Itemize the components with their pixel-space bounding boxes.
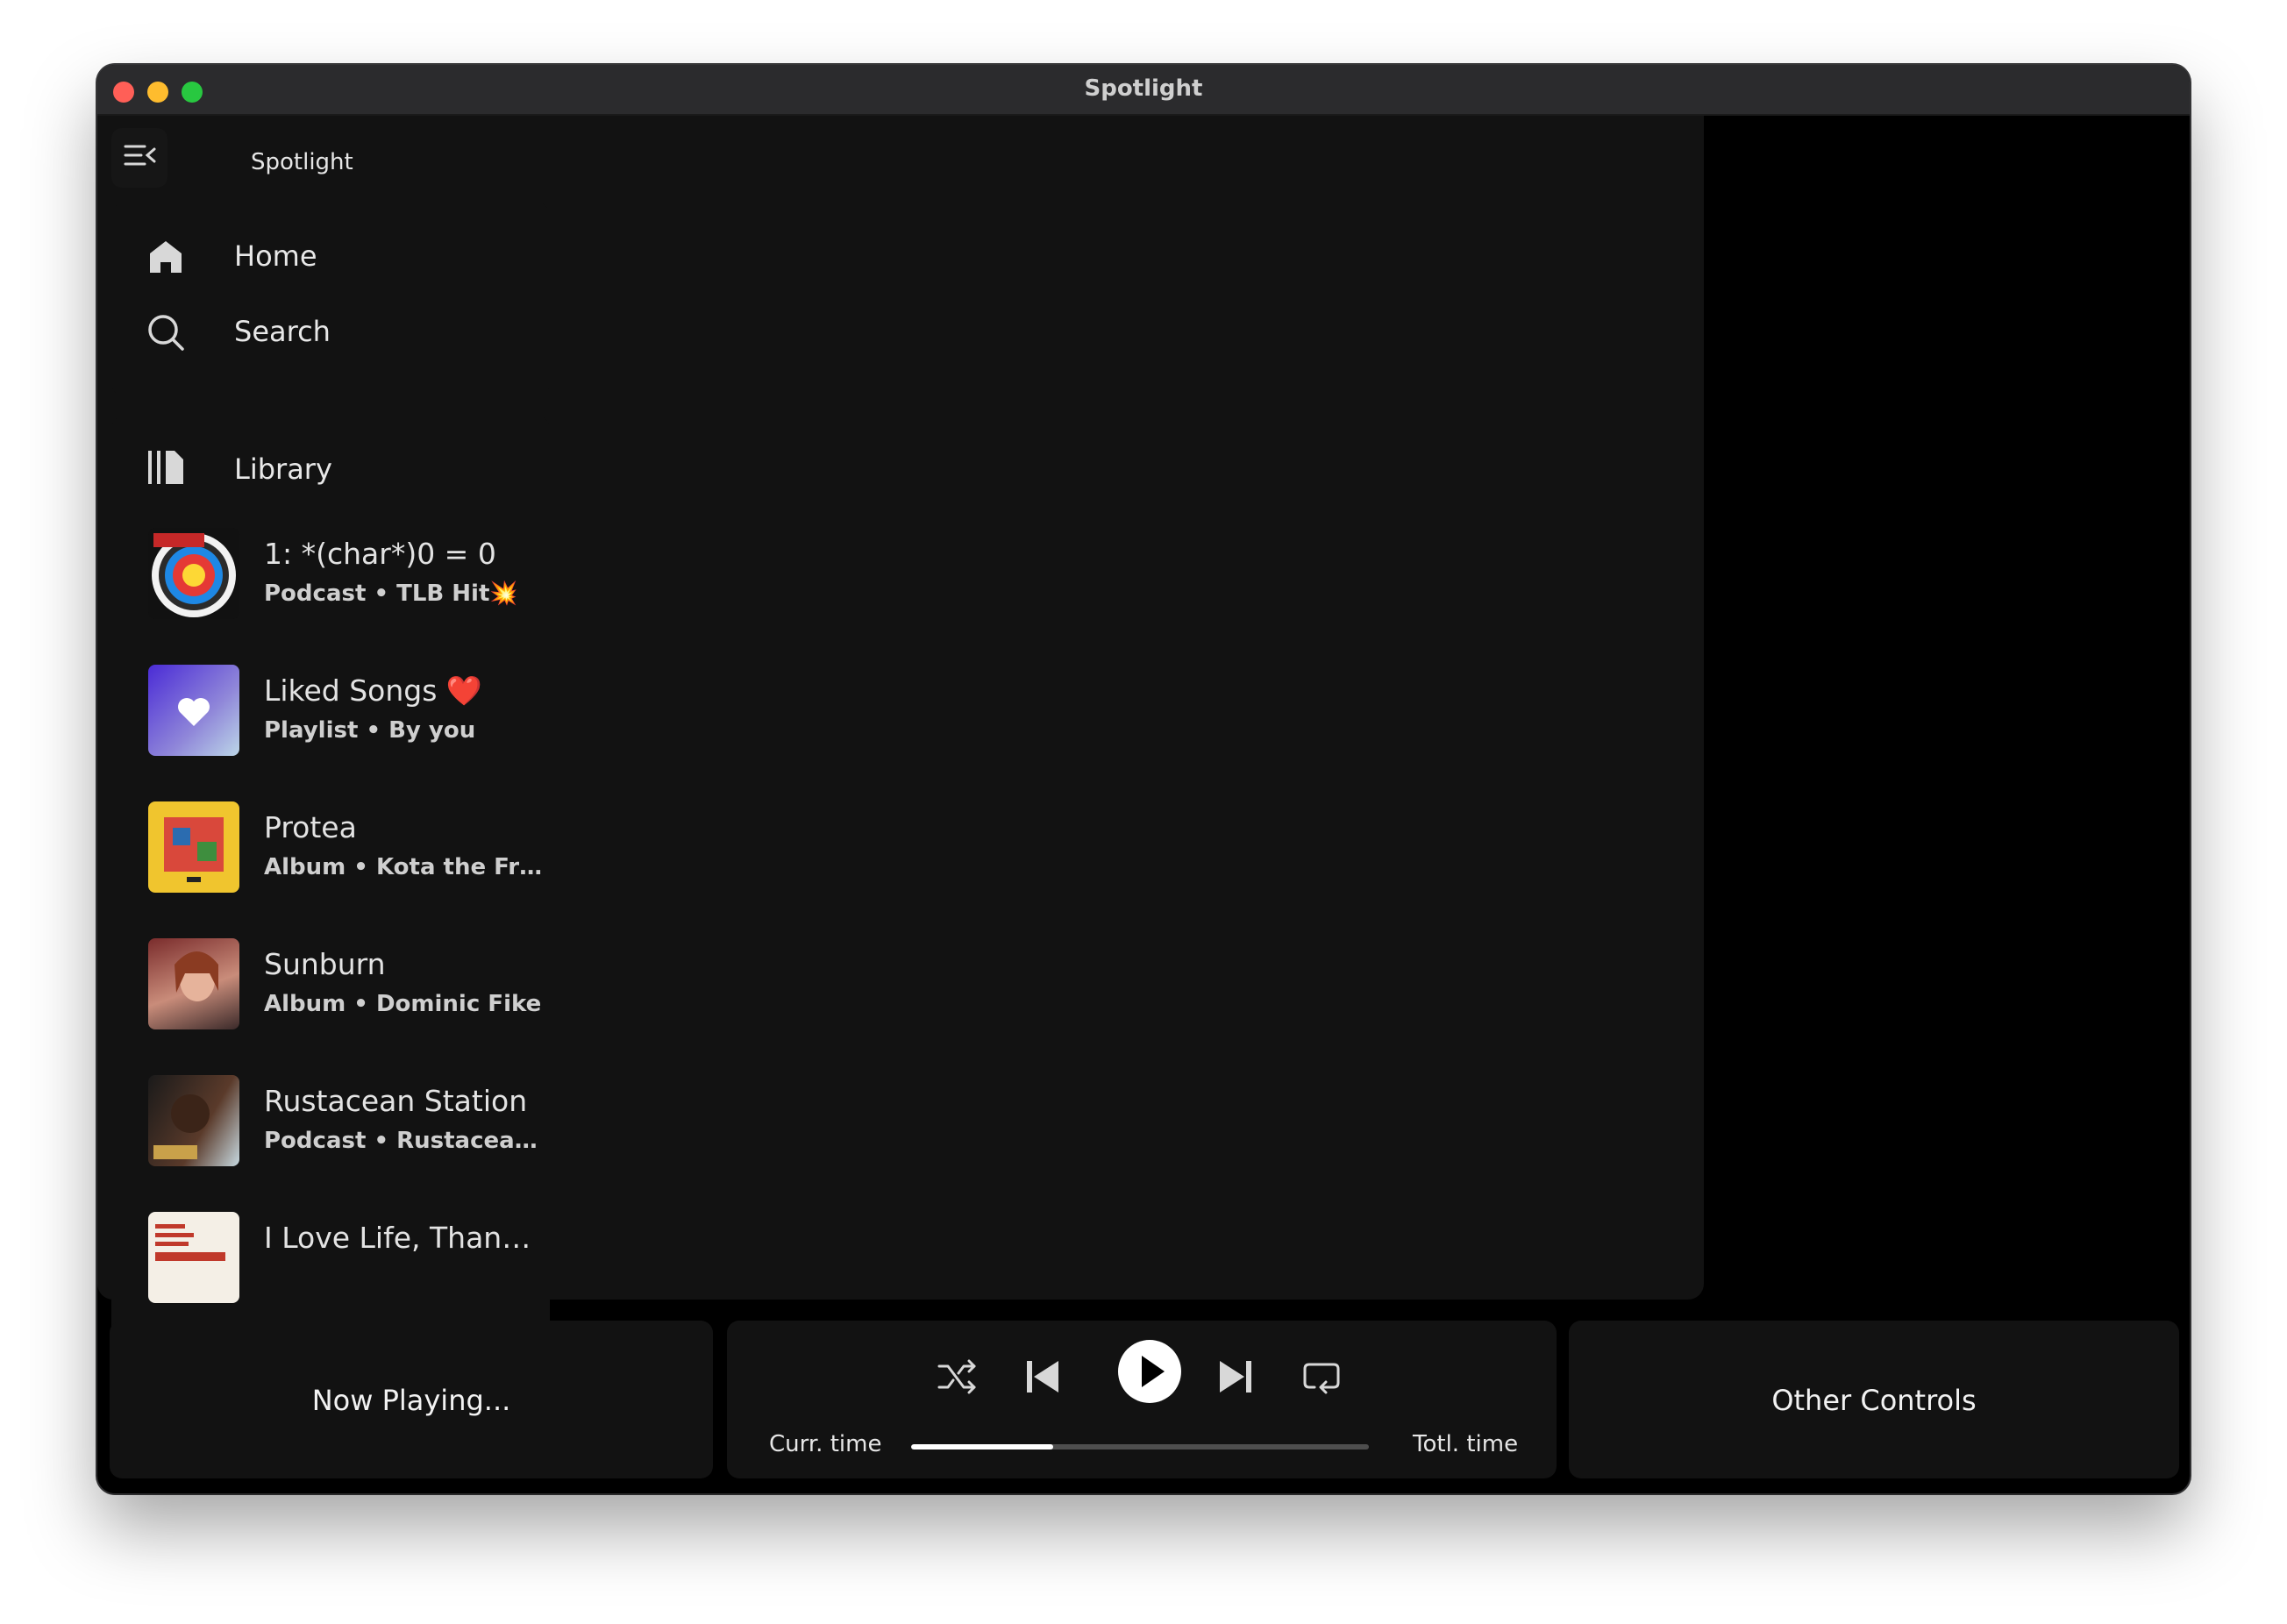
ilovelife-art <box>148 1212 239 1303</box>
sidebar-title: Spotlight <box>251 149 353 175</box>
search-icon <box>148 315 184 351</box>
library-item[interactable]: 1: *(char*)0 = 0 Podcast • TLB Hit💥 <box>111 528 550 624</box>
sidebar-toggle-button[interactable] <box>111 128 167 188</box>
library-item-subtitle: Podcast • Rustacean St... <box>264 1128 545 1154</box>
library-item-subtitle: Playlist • By you <box>264 717 476 744</box>
library-item[interactable]: I Love Life, Thank ... <box>111 1212 550 1308</box>
library-label: Library <box>234 452 332 486</box>
nav-panel: Home Search <box>111 201 550 398</box>
progress-bar[interactable] <box>911 1444 1369 1449</box>
play-icon <box>1142 1356 1165 1387</box>
library-item-name: I Love Life, Thank ... <box>264 1221 545 1255</box>
library-panel: Library 1: *(char*)0 = 0 Podcast • TLB H… <box>111 414 550 1368</box>
current-time: Curr. time <box>769 1431 882 1457</box>
other-controls-label: Other Controls <box>1771 1384 1977 1417</box>
next-icon[interactable] <box>1218 1359 1253 1394</box>
other-controls-panel: Other Controls <box>1569 1321 2179 1478</box>
window-title: Spotlight <box>1084 75 1203 102</box>
sidebar-item-label: Home <box>234 239 317 273</box>
shuffle-icon[interactable] <box>937 1359 978 1394</box>
library-item-subtitle: Album • Dominic Fike <box>264 991 542 1017</box>
library-item-subtitle: Podcast • TLB Hit💥 <box>264 581 518 607</box>
library-item[interactable]: Liked Songs ❤️ Playlist • By you <box>111 665 550 761</box>
app-window: Spotlight Spotlight Home Search Library … <box>97 65 2190 1493</box>
play-button[interactable] <box>1118 1340 1181 1403</box>
rustacean-art <box>148 1075 239 1166</box>
protea-art <box>148 801 239 893</box>
sidebar-item-label: Search <box>234 315 331 348</box>
library-item[interactable]: Protea Album • Kota the Friend <box>111 801 550 898</box>
library-item[interactable]: Rustacean Station Podcast • Rustacean St… <box>111 1075 550 1172</box>
liked-songs-art <box>148 665 239 756</box>
progress-fill <box>911 1444 1053 1449</box>
now-playing-panel: Now Playing... <box>110 1321 713 1478</box>
library-item-name: Sunburn <box>264 947 386 981</box>
sunburn-art <box>148 938 239 1029</box>
now-playing-label: Now Playing... <box>311 1384 511 1417</box>
target-art <box>148 528 239 619</box>
total-time: Totl. time <box>1413 1431 1519 1457</box>
previous-icon[interactable] <box>1025 1359 1060 1394</box>
library-item-name: Protea <box>264 810 357 844</box>
sidebar-item-home[interactable]: Home <box>111 225 550 287</box>
library-item-name: Rustacean Station <box>264 1084 528 1118</box>
title-bar: Spotlight <box>97 65 2190 116</box>
library-item-name: Liked Songs ❤️ <box>264 673 482 708</box>
library-item-name: 1: *(char*)0 = 0 <box>264 537 496 571</box>
home-icon <box>150 241 182 273</box>
sidebar-collapse-icon <box>124 145 156 166</box>
library-icon <box>148 451 183 484</box>
playback-controls-panel: Curr. time Totl. time <box>727 1321 1557 1478</box>
library-header[interactable]: Library <box>111 442 550 495</box>
sidebar-item-search[interactable]: Search <box>111 301 550 362</box>
library-item[interactable]: Sunburn Album • Dominic Fike <box>111 938 550 1035</box>
repeat-icon[interactable] <box>1302 1359 1341 1394</box>
library-item-subtitle: Album • Kota the Friend <box>264 854 545 880</box>
